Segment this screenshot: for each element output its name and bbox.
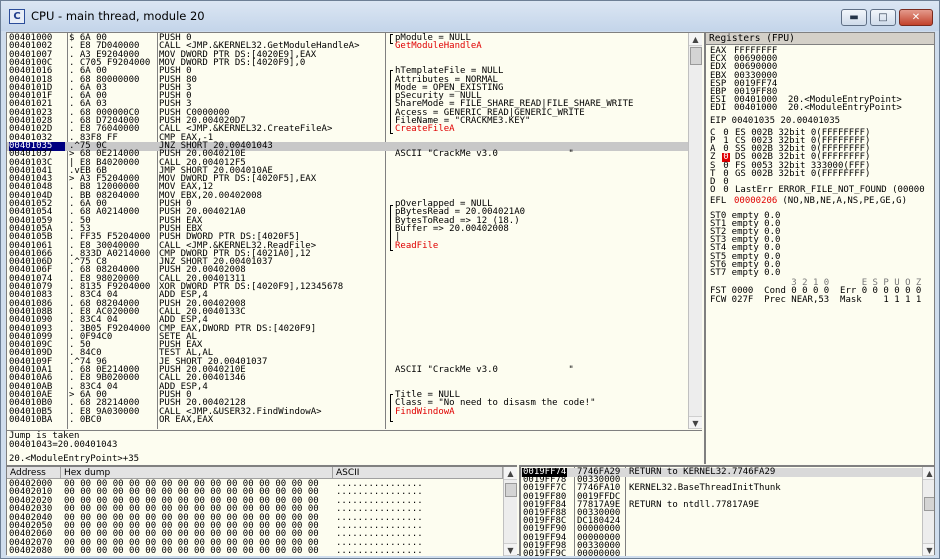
efl-value[interactable]: 00000206 [734,196,782,206]
stack-address[interactable]: 0019FF9C [522,550,567,557]
info-location: 20.<ModuleEntryPoint>+35 [9,454,140,464]
dump-scrollbar[interactable]: ▲ ▼ [503,467,517,556]
dump-hex: 00 00 00 00 00 00 00 00 00 00 00 00 00 0… [64,546,319,556]
segment-info: LastErr ERROR_FILE_NOT_FOUND (00000 [735,185,925,196]
close-button[interactable]: ✕ [899,9,933,26]
cpu-window: C CPU - main thread, module 20 ▬ □ ✕ 004… [0,0,940,559]
scroll-thumb[interactable] [690,47,702,65]
scroll-down-arrow-icon[interactable]: ▼ [923,543,934,556]
scroll-up-arrow-icon[interactable]: ▲ [923,467,934,480]
efl-flags: (NO,NB,NE,A,NS,PE,GE,G) [782,196,907,207]
registers-title: Registers (FPU) [706,33,934,45]
dump-ascii-header[interactable]: ASCII [333,467,503,479]
minimize-button[interactable]: ▬ [841,9,867,26]
dump-row[interactable]: 00402080 00 00 00 00 00 00 00 00 00 00 00… [7,547,503,556]
register-name: EDI [710,103,727,114]
dump-hex-header[interactable]: Hex dump [61,467,333,479]
call-bracket [390,205,393,251]
cpu-app-icon: C [9,9,25,24]
info-jump-target: 00401043=20.00401043 [9,440,118,450]
stack-scrollbar[interactable]: ▲ ▼ [922,467,934,556]
fcw-row[interactable]: FCW 027F Prec NEAR,53 Mask 1 1 1 1 [710,295,921,305]
flag-bit[interactable]: 0 [722,186,730,195]
disasm-row[interactable]: 004010BA . 0BC0 OR EAX,EAX [7,414,688,425]
flag-name: O [710,185,716,196]
disassembly-scrollbar[interactable]: ▲ ▼ [688,33,702,429]
scroll-up-arrow-icon[interactable]: ▲ [689,33,702,46]
window-title: CPU - main thread, module 20 [31,9,205,23]
disasm-instruction: OR EAX,EAX [159,414,214,425]
disasm-hex-bytes: . 0BC0 [69,414,102,425]
register-row[interactable]: EDI 00401000 20.<ModuleEntryPoint> [710,104,902,113]
stack-row[interactable]: 0019FF9C 00000000 [521,549,922,557]
call-bracket [390,394,393,422]
info-pane: Jump is taken 00401043=20.00401043 20.<M… [7,430,702,464]
dump-ascii: ................ [336,546,423,556]
registers-pane[interactable]: Registers (FPU) EAX FFFFFFFF ECX 00690000 ED… [704,33,934,464]
segment-info: GS 002B 32bit 0(FFFFFFFF) [735,168,871,179]
scroll-up-arrow-icon[interactable]: ▲ [504,467,517,480]
scroll-down-arrow-icon[interactable]: ▼ [689,416,702,429]
dump-address-header[interactable]: Address [7,467,61,479]
stack-pane[interactable]: 0019FF74 7746FA29 RETURN to KERNEL32.7746F… [519,465,934,556]
call-bracket [390,70,393,134]
dump-address[interactable]: 00402080 [9,547,52,556]
register-value[interactable]: 00401000 [734,104,788,113]
call-bracket [390,34,393,44]
scroll-thumb[interactable] [505,483,517,497]
efl-row[interactable]: EFL 00000206 (NO,NB,NE,A,NS,PE,GE,G) [710,197,907,206]
maximize-button[interactable]: □ [870,9,896,26]
fpu-register[interactable]: ST7 empty 0.0 [710,269,780,278]
title-bar[interactable]: C CPU - main thread, module 20 ▬ □ ✕ [1,1,939,31]
flag-row[interactable]: O 0 LastErr ERROR_FILE_NOT_FOUND (00000 [710,186,925,195]
efl-label: EFL [710,196,727,207]
eip-register[interactable]: EIP 00401035 20.00401035 [710,116,840,126]
cpu-client-area: 00401000 $ 6A 00 PUSH 0 pModule = NULL 00401… [6,32,935,556]
scroll-thumb[interactable] [924,497,934,511]
scroll-down-arrow-icon[interactable]: ▼ [504,543,517,556]
stack-value: 00000000 [577,549,621,557]
disasm-address[interactable]: 004010BA [9,415,65,425]
dump-pane[interactable]: Address Hex dump ASCII 00402000 00 00 00 … [7,465,517,556]
register-comment: 20.<ModuleEntryPoint> [788,103,902,114]
disassembly-pane[interactable]: 00401000 $ 6A 00 PUSH 0 pModule = NULL 00401… [7,33,702,429]
